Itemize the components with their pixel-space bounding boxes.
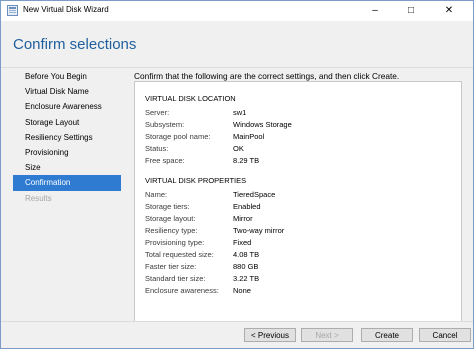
row-label: Faster tier size: <box>145 262 197 271</box>
nav-item-confirmation[interactable]: Confirmation <box>13 175 121 191</box>
row-label: Resiliency type: <box>145 226 198 235</box>
summary-row: Resiliency type: Two-way mirror <box>145 226 445 237</box>
row-value: 4.08 TB <box>233 250 260 259</box>
summary-row: Enclosure awareness: None <box>145 286 445 297</box>
row-label: Storage layout: <box>145 214 196 223</box>
row-value: OK <box>233 144 244 153</box>
minimize-button[interactable]: – <box>361 1 389 21</box>
nav-item-provisioning[interactable]: Provisioning <box>13 145 121 160</box>
nav-item-storage-layout[interactable]: Storage Layout <box>13 115 121 130</box>
row-label: Subsystem: <box>145 120 185 129</box>
row-value: Fixed <box>233 238 252 247</box>
window-title: New Virtual Disk Wizard <box>23 5 109 14</box>
row-label: Total requested size: <box>145 250 214 259</box>
close-button[interactable]: ✕ <box>435 1 463 21</box>
row-value: Two-way mirror <box>233 226 285 235</box>
summary-row: Free space: 8.29 TB <box>145 156 445 167</box>
nav-item-virtual-disk-name[interactable]: Virtual Disk Name <box>13 84 121 99</box>
content-area: Confirm that the following are the corre… <box>134 68 464 323</box>
summary-row: Standard tier size: 3.22 TB <box>145 274 445 285</box>
summary-row: Name: TieredSpace <box>145 190 445 201</box>
summary-row: Storage layout: Mirror <box>145 214 445 225</box>
nav-item-enclosure-awareness[interactable]: Enclosure Awareness <box>13 99 121 114</box>
page-title: Confirm selections <box>13 36 137 53</box>
wizard-window: New Virtual Disk Wizard – □ ✕ Confirm se… <box>0 0 474 349</box>
intro-text: Confirm that the following are the corre… <box>134 71 400 81</box>
row-value: MainPool <box>233 132 265 141</box>
row-value: 8.29 TB <box>233 156 260 165</box>
previous-button[interactable]: < Previous <box>244 328 296 342</box>
next-button: Next > <box>301 328 353 342</box>
summary-row: Provisioning type: Fixed <box>145 238 445 249</box>
row-label: Storage tiers: <box>145 202 190 211</box>
wizard-footer: < Previous Next > Create Cancel <box>1 321 473 348</box>
nav-item-resiliency-settings[interactable]: Resiliency Settings <box>13 130 121 145</box>
cancel-button[interactable]: Cancel <box>419 328 471 342</box>
title-bar: New Virtual Disk Wizard – □ ✕ <box>1 1 473 21</box>
row-label: Storage pool name: <box>145 132 211 141</box>
summary-row: Subsystem: Windows Storage <box>145 120 445 131</box>
maximize-button[interactable]: □ <box>397 1 425 21</box>
row-label: Status: <box>145 144 169 153</box>
nav-item-size[interactable]: Size <box>13 160 121 175</box>
summary-row: Storage pool name: MainPool <box>145 132 445 143</box>
row-value: 3.22 TB <box>233 274 260 283</box>
summary-row: Storage tiers: Enabled <box>145 202 445 213</box>
row-label: Server: <box>145 108 170 117</box>
settings-summary-panel: VIRTUAL DISK LOCATION Server: sw1 Subsys… <box>134 81 462 323</box>
row-value: 880 GB <box>233 262 259 271</box>
row-label: Provisioning type: <box>145 238 205 247</box>
row-label: Standard tier size: <box>145 274 206 283</box>
row-value: sw1 <box>233 108 247 117</box>
summary-row: Faster tier size: 880 GB <box>145 262 445 273</box>
summary-row: Status: OK <box>145 144 445 155</box>
create-button[interactable]: Create <box>361 328 413 342</box>
summary-row: Server: sw1 <box>145 108 445 119</box>
wizard-header: Confirm selections <box>1 21 473 68</box>
row-value: TieredSpace <box>233 190 276 199</box>
row-label: Name: <box>145 190 168 199</box>
wizard-app-icon <box>7 5 18 16</box>
section-title-location: VIRTUAL DISK LOCATION <box>145 94 236 103</box>
wizard-steps-nav: Before You Begin Virtual Disk Name Enclo… <box>13 69 121 206</box>
row-value: Windows Storage <box>233 120 292 129</box>
row-value: Mirror <box>233 214 253 223</box>
row-value: None <box>233 286 251 295</box>
nav-item-before-you-begin[interactable]: Before You Begin <box>13 69 121 84</box>
section-title-properties: VIRTUAL DISK PROPERTIES <box>145 176 247 185</box>
row-value: Enabled <box>233 202 261 211</box>
summary-row: Total requested size: 4.08 TB <box>145 250 445 261</box>
nav-item-results: Results <box>25 193 52 203</box>
row-label: Free space: <box>145 156 185 165</box>
row-label: Enclosure awareness: <box>145 286 219 295</box>
